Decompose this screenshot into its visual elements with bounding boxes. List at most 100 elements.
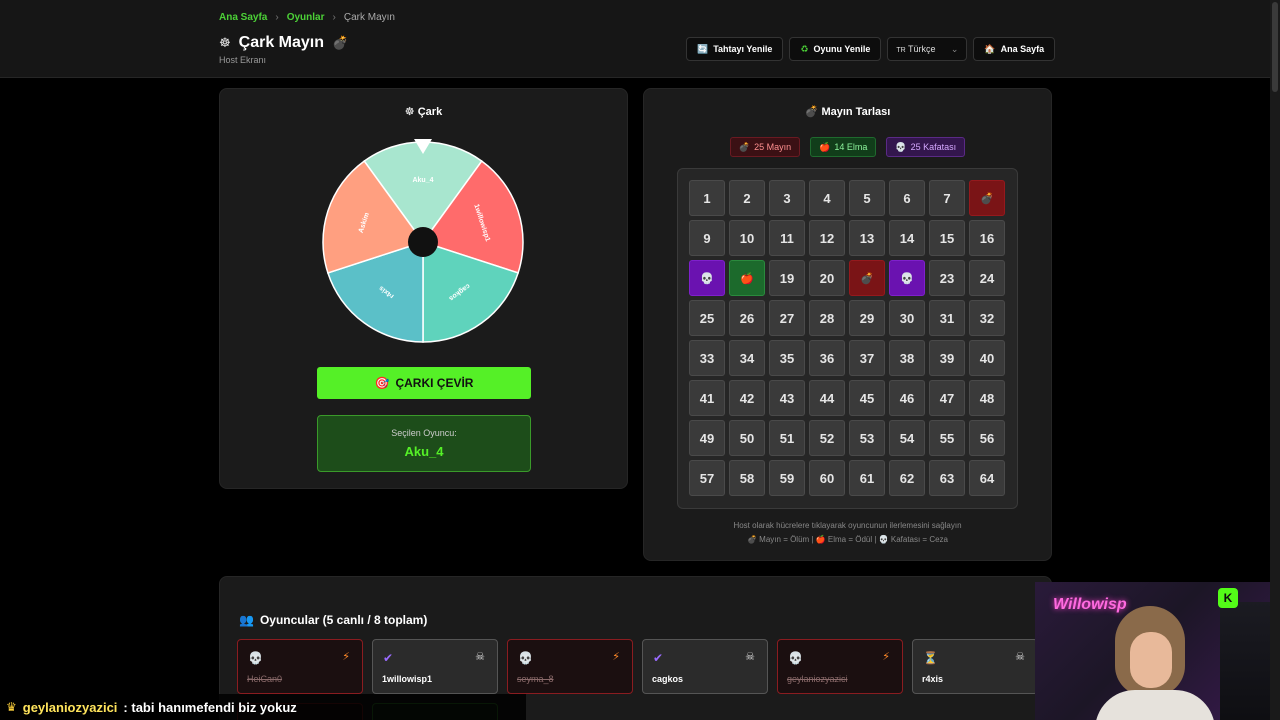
- kill-icon[interactable]: ☠: [745, 650, 755, 663]
- grid-cell[interactable]: 58: [729, 460, 765, 496]
- grid-cell[interactable]: 38: [889, 340, 925, 376]
- grid-cell[interactable]: 16: [969, 220, 1005, 256]
- grid-cell[interactable]: 34: [729, 340, 765, 376]
- mine-cell[interactable]: 💣: [849, 260, 885, 296]
- player-card[interactable]: 💀 ⚡ HeiCan0: [237, 639, 363, 694]
- grid-cell[interactable]: 57: [689, 460, 725, 496]
- page-scrollbar[interactable]: [1270, 0, 1280, 720]
- grid-cell[interactable]: 31: [929, 300, 965, 336]
- reset-game-button[interactable]: ♻ Oyunu Yenile: [789, 37, 882, 61]
- grid-cell[interactable]: 50: [729, 420, 765, 456]
- kill-icon[interactable]: ☠: [1015, 650, 1025, 663]
- skull-cell[interactable]: 💀: [689, 260, 725, 296]
- grid-cell[interactable]: 30: [889, 300, 925, 336]
- mine-cell[interactable]: 💣: [969, 180, 1005, 216]
- grid-cell[interactable]: 9: [689, 220, 725, 256]
- chat-message: ♛ geylaniozyazici : tabi hanımefendi biz…: [0, 696, 303, 718]
- grid-cell[interactable]: 28: [809, 300, 845, 336]
- grid-cell[interactable]: 52: [809, 420, 845, 456]
- grid-cell[interactable]: 51: [769, 420, 805, 456]
- streamer-face: [1130, 632, 1172, 688]
- minefield-title-text: Mayın Tarlası: [821, 106, 891, 118]
- revive-bolt-icon[interactable]: ⚡: [882, 650, 890, 663]
- top-header: Ana Sayfa › Oyunlar › Çark Mayın ☸ Çark …: [0, 0, 1270, 78]
- grid-cell[interactable]: 7: [929, 180, 965, 216]
- bomb-icon: 💣: [804, 106, 819, 118]
- grid-cell[interactable]: 2: [729, 180, 765, 216]
- skull-icon: 💀: [248, 651, 263, 665]
- language-select[interactable]: TR Türkçe ⌄: [887, 37, 968, 61]
- check-icon: ✔: [653, 651, 664, 665]
- grid-cell[interactable]: 6: [889, 180, 925, 216]
- grid-cell[interactable]: 1: [689, 180, 725, 216]
- skull-count-badge: 💀 25 Kafatası: [886, 137, 966, 157]
- grid-cell[interactable]: 33: [689, 340, 725, 376]
- player-card[interactable]: ✔ ☠ cagkos: [642, 639, 768, 694]
- grid-cell[interactable]: 12: [809, 220, 845, 256]
- grid-cell[interactable]: 20: [809, 260, 845, 296]
- grid-cell[interactable]: 53: [849, 420, 885, 456]
- grid-cell[interactable]: 37: [849, 340, 885, 376]
- grid-cell[interactable]: 27: [769, 300, 805, 336]
- grid-cell[interactable]: 23: [929, 260, 965, 296]
- grid-cell[interactable]: 47: [929, 380, 965, 416]
- grid-cell[interactable]: 64: [969, 460, 1005, 496]
- grid-cell[interactable]: 46: [889, 380, 925, 416]
- grid-cell[interactable]: 14: [889, 220, 925, 256]
- revive-bolt-icon[interactable]: ⚡: [612, 650, 620, 663]
- reset-board-button[interactable]: 🔄 Tahtayı Yenile: [686, 37, 784, 61]
- grid-cell[interactable]: 54: [889, 420, 925, 456]
- grid-cell[interactable]: 63: [929, 460, 965, 496]
- skull-cell[interactable]: 💀: [889, 260, 925, 296]
- grid-cell[interactable]: 56: [969, 420, 1005, 456]
- spin-button[interactable]: 🎯 ÇARKI ÇEVİR: [317, 367, 531, 399]
- grid-cell[interactable]: 5: [849, 180, 885, 216]
- grid-cell[interactable]: 60: [809, 460, 845, 496]
- grid-cell[interactable]: 3: [769, 180, 805, 216]
- grid-cell[interactable]: 15: [929, 220, 965, 256]
- grid-cell[interactable]: 24: [969, 260, 1005, 296]
- player-card[interactable]: 💀 ⚡ geylaniozyazici: [777, 639, 903, 694]
- grid-cell[interactable]: 43: [769, 380, 805, 416]
- breadcrumb-games-link[interactable]: Oyunlar: [287, 12, 325, 23]
- wheel-segment-label: Aku_4: [412, 177, 433, 184]
- grid-cell[interactable]: 61: [849, 460, 885, 496]
- kill-icon[interactable]: ☠: [475, 650, 485, 663]
- apple-cell[interactable]: 🍎: [729, 260, 765, 296]
- grid-cell[interactable]: 35: [769, 340, 805, 376]
- grid-cell[interactable]: 39: [929, 340, 965, 376]
- grid-cell[interactable]: 19: [769, 260, 805, 296]
- spin-wheel[interactable]: Aku_41willowisp1cagkosr4xisAskim: [320, 139, 526, 345]
- grid-cell[interactable]: 59: [769, 460, 805, 496]
- player-card[interactable]: ⏳ ☠ r4xis: [912, 639, 1038, 694]
- player-card[interactable]: 💀 ⚡ seyma_8: [507, 639, 633, 694]
- apple-count-text: 14 Elma: [834, 142, 868, 152]
- grid-cell[interactable]: 25: [689, 300, 725, 336]
- grid-cell[interactable]: 29: [849, 300, 885, 336]
- grid-cell[interactable]: 55: [929, 420, 965, 456]
- grid-cell[interactable]: 41: [689, 380, 725, 416]
- grid-cell[interactable]: 10: [729, 220, 765, 256]
- scrollbar-thumb[interactable]: [1272, 2, 1278, 92]
- bomb-icon: 💣: [980, 192, 994, 205]
- grid-cell[interactable]: 32: [969, 300, 1005, 336]
- revive-bolt-icon[interactable]: ⚡: [342, 650, 350, 663]
- grid-cell[interactable]: 36: [809, 340, 845, 376]
- grid-cell[interactable]: 42: [729, 380, 765, 416]
- grid-cell[interactable]: 62: [889, 460, 925, 496]
- grid-cell[interactable]: 11: [769, 220, 805, 256]
- grid-cell[interactable]: 40: [969, 340, 1005, 376]
- wheel-panel: ☸ Çark Aku_4 1willowisp1 cagkos r4xis Askim …: [219, 88, 628, 489]
- grid-cell[interactable]: 44: [809, 380, 845, 416]
- grid-cell[interactable]: 26: [729, 300, 765, 336]
- grid-cell[interactable]: 13: [849, 220, 885, 256]
- grid-cell[interactable]: 4: [809, 180, 845, 216]
- grid-cell[interactable]: 49: [689, 420, 725, 456]
- home-label: Ana Sayfa: [1000, 44, 1045, 54]
- player-card[interactable]: ✔ ☠ 1willowisp1: [372, 639, 498, 694]
- grid-cell[interactable]: 45: [849, 380, 885, 416]
- grid-cell[interactable]: 48: [969, 380, 1005, 416]
- home-button[interactable]: 🏠 Ana Sayfa: [973, 37, 1056, 61]
- breadcrumb-home-link[interactable]: Ana Sayfa: [219, 12, 267, 23]
- minefield-panel: 💣 Mayın Tarlası 💣 25 Mayın 🍎 14 Elma 💀 2…: [643, 88, 1052, 561]
